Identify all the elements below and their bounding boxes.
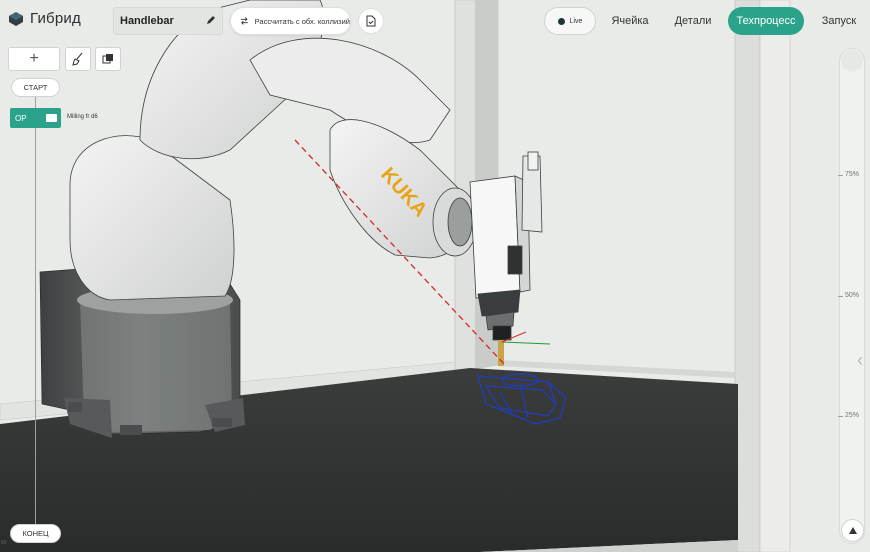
operation-label: OP: [15, 113, 27, 123]
operation-item[interactable]: OP: [10, 108, 61, 128]
document-icon: [366, 15, 376, 27]
operation-toggle[interactable]: [46, 114, 57, 122]
live-toggle[interactable]: Live: [544, 7, 596, 35]
end-node[interactable]: КОНЕЦ: [10, 524, 61, 543]
project-name: Handlebar: [120, 15, 174, 27]
slider-tick-75: 75%: [838, 171, 866, 180]
viewport-3d[interactable]: KUKA: [0, 0, 870, 552]
copy-icon: [102, 54, 113, 64]
tab-details[interactable]: Детали: [668, 7, 718, 35]
slider-thumb[interactable]: [841, 50, 863, 72]
tab-process[interactable]: Техпроцесс: [728, 7, 804, 35]
swap-icon: [240, 17, 248, 25]
scroll-up-button[interactable]: [841, 519, 864, 542]
tab-cell[interactable]: Ячейка: [605, 7, 655, 35]
slider-tick-50: 50%: [838, 292, 866, 301]
slider-tick-25: 25%: [838, 412, 866, 421]
start-node[interactable]: СТАРТ: [11, 78, 60, 97]
triangle-up-icon: [848, 527, 857, 534]
brush-icon: [72, 52, 83, 66]
operation-name: Milling fr d6: [67, 114, 98, 120]
document-button[interactable]: [358, 8, 384, 34]
process-timeline: [35, 96, 36, 524]
app-brand[interactable]: Гибрид: [8, 10, 81, 27]
tab-run[interactable]: Запуск: [815, 7, 863, 35]
add-operation-button[interactable]: +: [8, 47, 60, 71]
corner-label: 60: [1, 540, 7, 546]
edit-icon[interactable]: [206, 15, 216, 25]
project-name-field[interactable]: Handlebar: [113, 7, 223, 35]
brush-button[interactable]: [65, 47, 91, 71]
calculate-collisions-label: Рассчитать с обх. коллизий: [254, 16, 350, 26]
copy-button[interactable]: [95, 47, 121, 71]
live-label: Live: [569, 17, 583, 25]
live-indicator-icon: [557, 17, 565, 25]
calculate-collisions-button[interactable]: Рассчитать с обх. коллизий: [230, 7, 351, 35]
logo-icon: [9, 11, 23, 26]
chevron-left-icon[interactable]: ‹: [857, 350, 863, 371]
app-title: Гибрид: [30, 10, 81, 27]
